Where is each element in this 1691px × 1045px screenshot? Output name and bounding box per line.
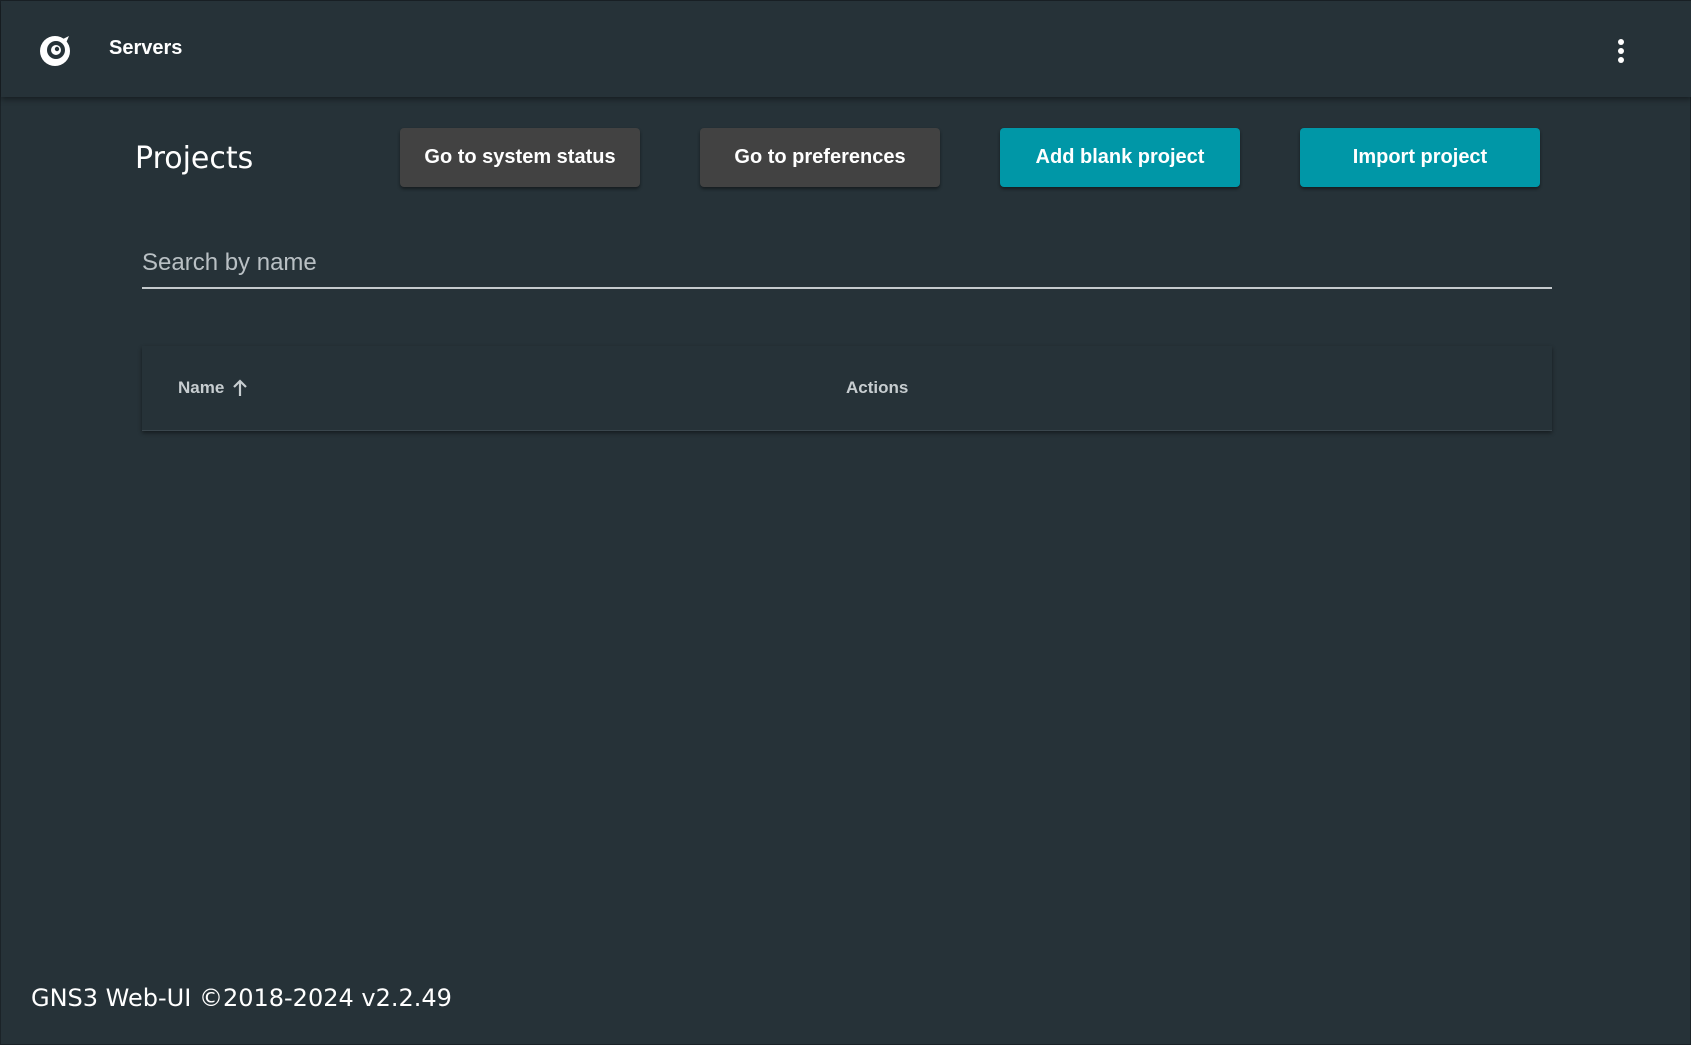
toolbar-title[interactable]: Servers: [109, 37, 182, 60]
projects-table: Name Actions: [142, 346, 1552, 431]
gns3-logo-icon[interactable]: [35, 31, 75, 71]
search-input[interactable]: [142, 241, 1552, 285]
column-header-name[interactable]: Name: [178, 378, 248, 398]
sort-arrow-up-icon: [232, 379, 248, 397]
go-to-preferences-button[interactable]: Go to preferences: [700, 128, 940, 187]
go-to-system-status-button[interactable]: Go to system status: [400, 128, 640, 187]
page-title: Projects: [135, 141, 254, 176]
column-header-name-label: Name: [178, 378, 225, 397]
more-menu-button[interactable]: [1599, 29, 1643, 73]
top-toolbar: Servers: [1, 1, 1691, 97]
app-window: Servers Projects Go to system status Go …: [0, 0, 1691, 1045]
footer-version: GNS3 Web-UI ©2018-2024 v2.2.49: [31, 984, 452, 1012]
import-project-button[interactable]: Import project: [1300, 128, 1540, 187]
add-blank-project-button[interactable]: Add blank project: [1000, 128, 1240, 187]
column-header-actions: Actions: [846, 378, 909, 397]
search-field: [142, 241, 1552, 289]
more-vertical-icon: [1618, 39, 1624, 63]
